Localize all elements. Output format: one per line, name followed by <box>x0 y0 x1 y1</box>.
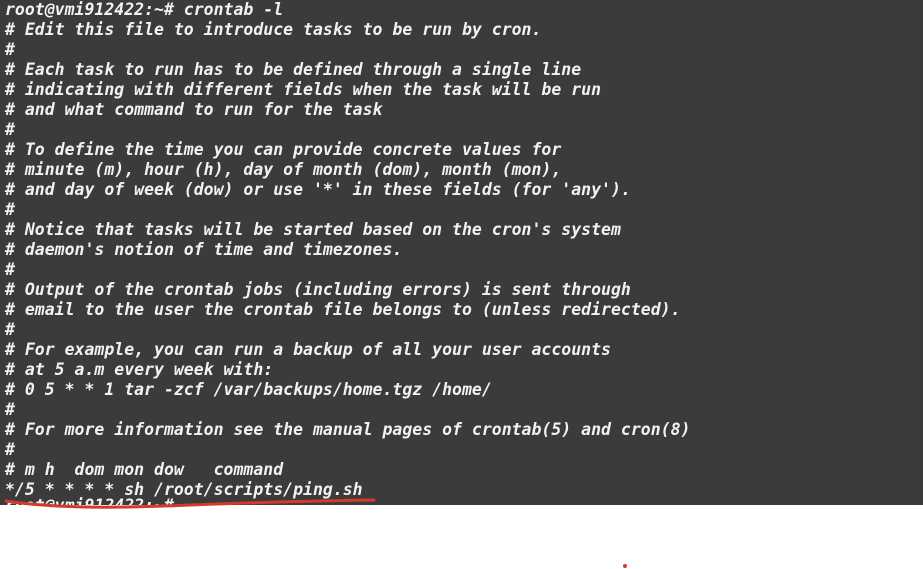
crontab-line: # <box>5 320 15 339</box>
crontab-line: # at 5 a.m every week with: <box>5 360 274 379</box>
crontab-line: # <box>5 40 15 59</box>
crontab-line: # For more information see the manual pa… <box>5 420 691 439</box>
terminal-window[interactable]: root@vmi912422:~# crontab -l # Edit this… <box>0 0 923 505</box>
crontab-line: # Each task to run has to be defined thr… <box>5 60 582 79</box>
crontab-line: # daemon's notion of time and timezones. <box>5 240 403 259</box>
crontab-line: # For example, you can run a backup of a… <box>5 340 611 359</box>
crontab-header-line: # m h dom mon dow command <box>5 460 284 479</box>
crontab-line: # <box>5 200 15 219</box>
crontab-line: # minute (m), hour (h), day of month (do… <box>5 160 562 179</box>
crontab-line: # <box>5 120 15 139</box>
crontab-line: # <box>5 440 15 459</box>
crontab-line: # and day of week (dow) or use '*' in th… <box>5 180 631 199</box>
crontab-line: # email to the user the crontab file bel… <box>5 300 681 319</box>
crontab-line: # To define the time you can provide con… <box>5 140 562 159</box>
crontab-line: # Notice that tasks will be started base… <box>5 220 621 239</box>
red-dot-mark <box>623 564 627 568</box>
next-prompt-line: root@vmi912422:~# <box>5 496 174 505</box>
crontab-line: # Output of the crontab jobs (including … <box>5 280 631 299</box>
blank-area <box>0 505 923 569</box>
crontab-line: # <box>5 260 15 279</box>
crontab-line: # 0 5 * * 1 tar -zcf /var/backups/home.t… <box>5 380 492 399</box>
prompt-line: root@vmi912422:~# crontab -l <box>5 0 284 19</box>
crontab-line: # indicating with different fields when … <box>5 80 602 99</box>
crontab-line: # and what command to run for the task <box>5 100 383 119</box>
crontab-line: # <box>5 400 15 419</box>
crontab-line: # Edit this file to introduce tasks to b… <box>5 20 542 39</box>
